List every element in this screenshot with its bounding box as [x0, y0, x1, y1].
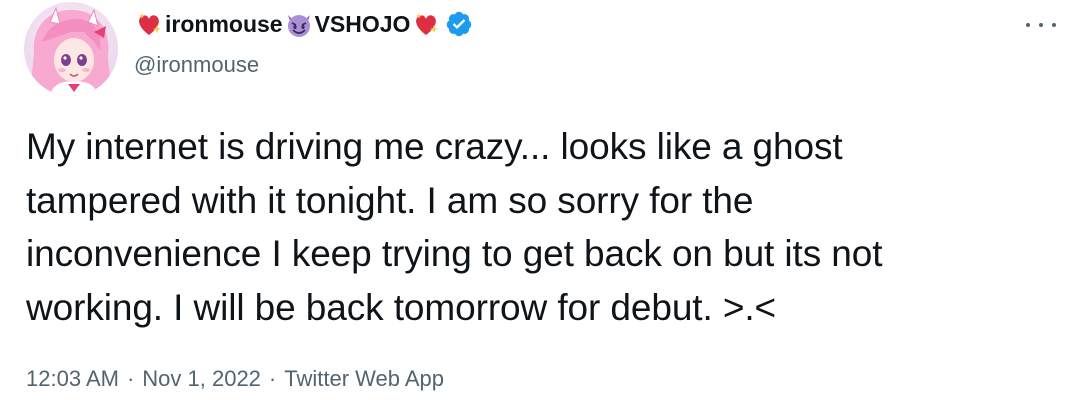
display-name[interactable]: ironmouse VSHOJO	[134, 4, 473, 44]
tweet-text-line: working. I will be back tomorrow for deb…	[26, 286, 777, 328]
tweet-card: ironmouse VSHOJO @ironmouse My internet …	[0, 0, 1080, 418]
dot	[1052, 23, 1056, 27]
dot	[1039, 23, 1043, 27]
sparkling-heart-icon	[416, 13, 439, 35]
user-handle[interactable]: @ironmouse	[134, 50, 473, 80]
author-block: ironmouse VSHOJO @ironmouse	[134, 4, 473, 80]
tweet-metadata: 12:03 AM · Nov 1, 2022 · Twitter Web App	[26, 362, 444, 396]
sparkling-heart-icon	[139, 13, 161, 35]
tweet-date[interactable]: Nov 1, 2022	[142, 366, 261, 391]
separator: ·	[126, 366, 135, 391]
display-name-part1: ironmouse	[165, 10, 283, 37]
smiling-imp-icon	[287, 15, 310, 37]
verified-badge-icon	[447, 11, 472, 37]
more-options-icon[interactable]	[1026, 18, 1056, 32]
avatar[interactable]	[24, 2, 118, 96]
separator: ·	[268, 366, 277, 391]
display-name-part2: VSHOJO	[314, 10, 411, 37]
tweet-text-line: My internet is driving me crazy... looks…	[26, 126, 843, 167]
tweet-text: My internet is driving me crazy... looks…	[26, 120, 1056, 334]
tweet-text-line: tampered with it tonight. I am so sorry …	[26, 179, 754, 221]
tweet-source[interactable]: Twitter Web App	[284, 366, 444, 391]
dot	[1026, 23, 1030, 27]
tweet-text-line: inconvenience I keep trying to get back …	[26, 233, 883, 274]
tweet-time[interactable]: 12:03 AM	[26, 366, 119, 391]
avatar-image	[24, 2, 118, 96]
